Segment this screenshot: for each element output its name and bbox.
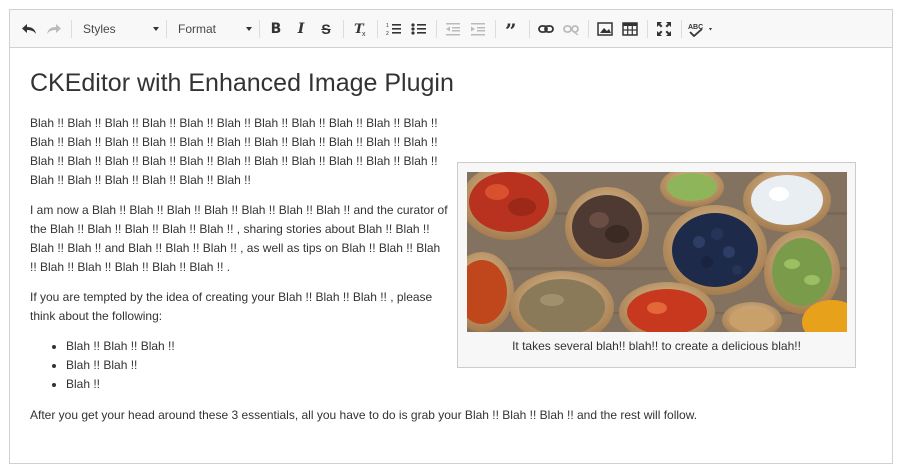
strikethrough-button[interactable]: S	[315, 18, 337, 40]
indent-icon	[471, 22, 485, 35]
toolbar-separator	[647, 19, 648, 38]
undo-icon	[22, 23, 36, 34]
bold-icon: B	[270, 20, 282, 37]
toolbar-separator	[343, 19, 344, 38]
maximize-icon	[657, 21, 671, 36]
list-item: Blah !! Blah !! Blah !!	[66, 337, 450, 356]
undo-button[interactable]	[18, 18, 40, 40]
italic-button[interactable]: I	[290, 18, 312, 40]
redo-button[interactable]	[43, 18, 65, 40]
svg-text:”: ”	[505, 22, 517, 36]
unlink-button[interactable]	[560, 18, 582, 40]
blockquote-button[interactable]: ”	[501, 18, 523, 40]
svg-text:x: x	[362, 31, 366, 37]
toolbar-separator	[377, 19, 378, 38]
spellcheck-icon: ABC	[688, 24, 712, 37]
toolbar-separator	[681, 19, 682, 38]
toolbar-separator	[436, 19, 437, 38]
link-icon	[538, 24, 554, 33]
list-item: Blah !!	[66, 375, 450, 394]
table-button[interactable]	[619, 18, 641, 40]
outdent-icon	[446, 22, 460, 35]
styles-dropdown[interactable]: Styles	[77, 18, 163, 40]
chevron-down-icon	[153, 26, 159, 31]
toolbar-separator	[259, 19, 260, 38]
decrease-indent-button[interactable]	[442, 18, 464, 40]
bulleted-list-icon	[411, 22, 426, 35]
paragraph: Blah !! Blah !! Blah !! Blah !! Blah !! …	[30, 116, 438, 187]
image-figure[interactable]: It takes several blah!! blah!! to create…	[457, 162, 856, 368]
svg-text:1: 1	[386, 23, 389, 29]
link-button[interactable]	[535, 18, 557, 40]
toolbar-separator	[71, 19, 72, 38]
spices-image[interactable]	[467, 172, 847, 332]
format-dropdown-label: Format	[178, 21, 217, 36]
text-column: Blah !! Blah !! Blah !! Blah !! Blah !! …	[30, 114, 450, 394]
toolbar-separator	[588, 19, 589, 38]
remove-format-button[interactable]: Tx	[349, 18, 371, 40]
numbered-list-button[interactable]: 12	[383, 18, 405, 40]
bulleted-list-button[interactable]	[408, 18, 430, 40]
image-caption[interactable]: It takes several blah!! blah!! to create…	[458, 339, 855, 353]
italic-icon: I	[297, 20, 305, 37]
toolbar-separator	[529, 19, 530, 38]
bold-button[interactable]: B	[265, 18, 287, 40]
styles-dropdown-label: Styles	[83, 21, 116, 36]
toolbar-separator	[495, 19, 496, 38]
paragraph: I am now a Blah !! Blah !! Blah !! Blah …	[30, 203, 448, 274]
paragraph: If you are tempted by the idea of creati…	[30, 290, 433, 323]
numbered-list-icon: 12	[386, 23, 401, 36]
increase-indent-button[interactable]	[467, 18, 489, 40]
redo-icon	[47, 23, 61, 34]
blockquote-icon: ”	[505, 22, 517, 36]
bulleted-list: Blah !! Blah !! Blah !! Blah !! Blah !! …	[30, 337, 450, 394]
strikethrough-icon: S	[321, 20, 331, 37]
unlink-icon	[563, 24, 579, 35]
list-item: Blah !! Blah !!	[66, 356, 450, 375]
editor-frame: Styles Format B I S Tx 12 ” ABC CKEditor…	[9, 9, 893, 464]
document-title: CKEditor with Enhanced Image Plugin	[30, 69, 454, 97]
format-dropdown[interactable]: Format	[172, 18, 256, 40]
image-button[interactable]	[594, 18, 616, 40]
svg-text:2: 2	[386, 31, 389, 36]
maximize-button[interactable]	[653, 18, 675, 40]
remove-format-icon: Tx	[354, 22, 366, 37]
closing-paragraph: After you get your head around these 3 e…	[30, 408, 698, 422]
spellcheck-button[interactable]: ABC	[687, 18, 717, 40]
table-icon	[622, 21, 638, 36]
chevron-down-icon	[246, 26, 252, 31]
image-icon	[597, 21, 613, 36]
editor-content[interactable]: CKEditor with Enhanced Image Plugin Blah…	[10, 48, 892, 425]
toolbar-separator	[166, 19, 167, 38]
editor-toolbar: Styles Format B I S Tx 12 ” ABC	[10, 10, 892, 48]
